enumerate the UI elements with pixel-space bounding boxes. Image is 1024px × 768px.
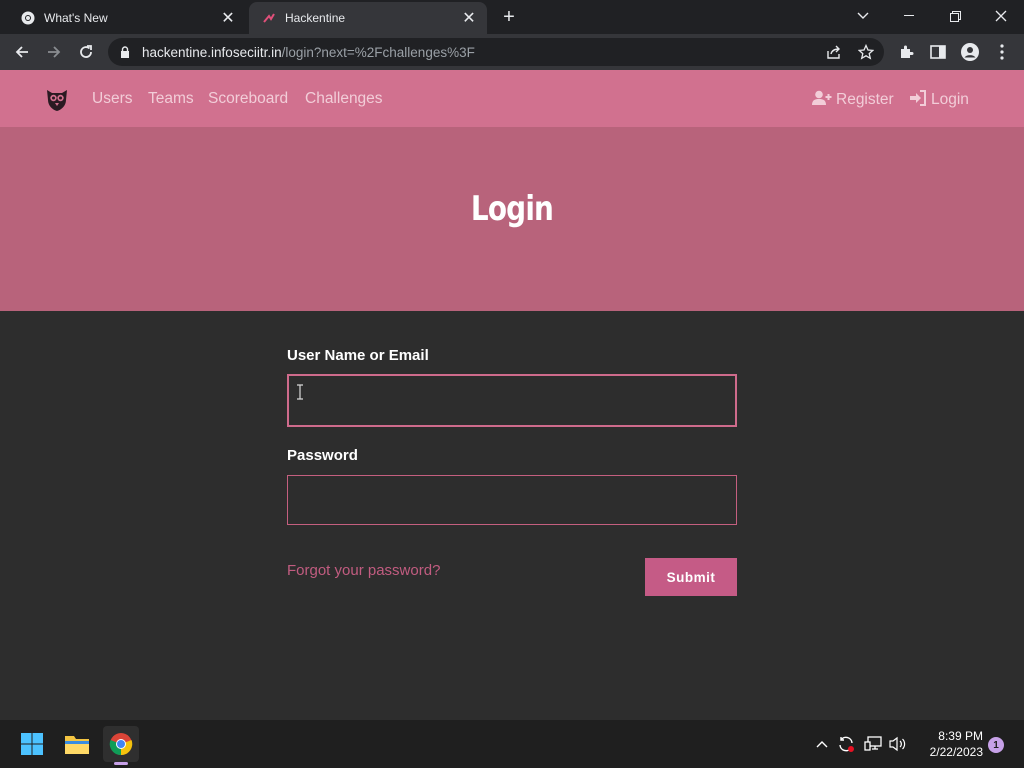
username-input[interactable]	[287, 374, 737, 427]
bookmark-star-icon[interactable]	[852, 38, 880, 66]
site-favicon-icon	[261, 10, 277, 26]
forward-icon[interactable]	[40, 38, 68, 66]
active-app-indicator	[114, 762, 128, 765]
nav-login[interactable]: Login	[910, 90, 969, 111]
nav-challenges[interactable]: Challenges	[305, 90, 383, 108]
share-icon[interactable]	[820, 38, 848, 66]
sign-in-icon	[910, 90, 927, 111]
text-cursor-icon	[296, 384, 304, 400]
lock-icon[interactable]	[118, 45, 132, 59]
reload-icon[interactable]	[72, 38, 100, 66]
extensions-icon[interactable]	[892, 38, 920, 66]
file-explorer-icon[interactable]	[59, 726, 95, 762]
browser-toolbar: hackentine.infoseciitr.in/login?next=%2F…	[0, 34, 1024, 70]
forgot-password-link[interactable]: Forgot your password?	[287, 562, 440, 579]
password-label: Password	[287, 447, 358, 464]
new-tab-button[interactable]: +	[498, 6, 520, 28]
network-icon[interactable]	[863, 734, 883, 754]
nav-login-label: Login	[931, 91, 969, 108]
back-icon[interactable]	[8, 38, 36, 66]
windows-taskbar: 8:39 PM 2/22/2023	[0, 720, 1024, 768]
sync-icon[interactable]	[836, 734, 856, 754]
browser-tab-bar: What's New ✕ Hackentine ✕ +	[0, 0, 1024, 34]
tab-title: Hackentine	[285, 11, 346, 25]
clock-date: 2/22/2023	[929, 745, 983, 759]
tab-title: What's New	[44, 11, 108, 25]
clock-time: 8:39 PM	[938, 729, 983, 743]
tab-hackentine[interactable]: Hackentine ✕	[249, 2, 487, 34]
profile-icon[interactable]	[956, 38, 984, 66]
nav-scoreboard[interactable]: Scoreboard	[208, 90, 288, 108]
restore-icon[interactable]	[932, 0, 978, 32]
url-host: hackentine.infoseciitr.in	[142, 44, 282, 60]
username-label: User Name or Email	[287, 347, 429, 364]
tab-whats-new[interactable]: What's New ✕	[8, 2, 246, 34]
chevron-up-icon[interactable]	[812, 734, 832, 754]
close-tab-icon[interactable]: ✕	[459, 8, 479, 28]
site-navbar: Users Teams Scoreboard Challenges Regist…	[0, 70, 1024, 127]
password-input[interactable]	[287, 475, 737, 525]
close-window-icon[interactable]	[978, 0, 1024, 32]
chrome-taskbar-icon[interactable]	[103, 726, 139, 762]
nav-register-label: Register	[836, 91, 894, 108]
nav-teams[interactable]: Teams	[148, 90, 194, 108]
volume-icon[interactable]	[888, 734, 908, 754]
owl-logo-icon[interactable]	[44, 86, 70, 112]
submit-button[interactable]: Submit	[645, 558, 737, 596]
page-header: Login	[0, 127, 1024, 311]
tab-search-icon[interactable]	[840, 0, 886, 32]
windows-start-icon[interactable]	[14, 726, 50, 762]
url-path: /login?next=%2Fchallenges%3F	[281, 44, 475, 60]
side-panel-icon[interactable]	[924, 38, 952, 66]
menu-kebab-icon[interactable]	[988, 38, 1016, 66]
notification-badge[interactable]: 1	[988, 737, 1004, 753]
minimize-icon[interactable]	[886, 0, 932, 32]
user-plus-icon	[812, 90, 832, 111]
nav-register[interactable]: Register	[812, 90, 894, 111]
chrome-icon	[20, 10, 36, 26]
system-clock[interactable]: 8:39 PM 2/22/2023	[915, 728, 983, 760]
address-bar[interactable]: hackentine.infoseciitr.in/login?next=%2F…	[108, 38, 884, 66]
close-tab-icon[interactable]: ✕	[218, 8, 238, 28]
nav-users[interactable]: Users	[92, 90, 132, 108]
page-title: Login	[470, 189, 554, 229]
